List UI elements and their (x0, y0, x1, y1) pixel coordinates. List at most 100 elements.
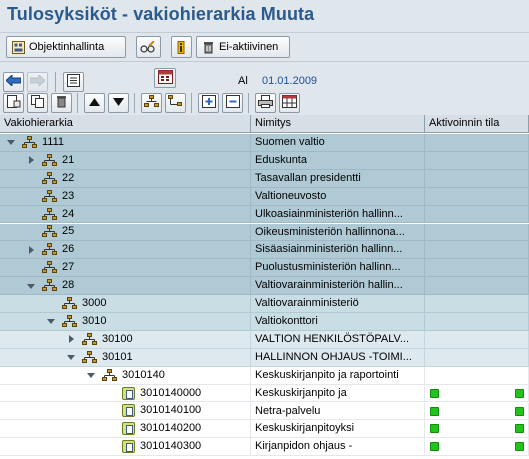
calendar-button[interactable] (154, 68, 176, 88)
activation-status-cell (425, 348, 529, 367)
move-up-button[interactable] (84, 93, 105, 113)
objektinhallinta-label: Objektinhallinta (29, 41, 105, 53)
activation-status-cell (425, 295, 529, 313)
tree-node: 26 (26, 241, 74, 258)
print-button[interactable] (255, 93, 276, 113)
tree-node: 22 (26, 170, 74, 187)
tree-row[interactable]: 1111 Suomen valtio (0, 134, 529, 152)
expand-subtree-button[interactable] (141, 93, 162, 113)
collapse-toggle-icon[interactable] (46, 316, 56, 326)
node-name: Netra-palvelu (251, 402, 425, 421)
hierarchy-cell[interactable]: 30101 (0, 348, 251, 367)
hierarchy-cell[interactable]: 3010140300 (0, 438, 251, 457)
tree-row[interactable]: 30100 VALTION HENKILÖSTÖPALV... (0, 330, 529, 349)
arrow-right-icon (29, 73, 46, 89)
column-header-aktivoinnin-tila[interactable]: Aktivoinnin tila (425, 115, 529, 133)
move-down-button[interactable] (108, 93, 129, 113)
hierarchy-cell[interactable]: 3010140000 (0, 384, 251, 403)
activation-status-cell (425, 438, 529, 457)
page-title: Tulosyksiköt - vakiohierarkia Muuta (7, 4, 315, 24)
tree-row[interactable]: 3010140000 Keskuskirjanpito ja (0, 384, 529, 403)
active-status-icon (515, 424, 524, 434)
expand-toggle-icon[interactable] (66, 334, 76, 344)
layout-button[interactable] (279, 93, 300, 113)
insert-icon (201, 95, 216, 111)
tree-row[interactable]: 3010140300 Kirjanpidon ohjaus - (0, 438, 529, 457)
tree-row[interactable]: 26 Sisäasiainministeriön hallinn... (0, 241, 529, 260)
node-name: Valtiovarainministeriön hallin... (251, 277, 425, 296)
trash-icon (202, 41, 215, 54)
hierarchy-node-icon (42, 189, 57, 203)
create-button[interactable] (3, 93, 24, 113)
object-management-icon (12, 40, 25, 54)
cost-center-icon (122, 422, 135, 436)
objektinhallinta-button[interactable]: Objektinhallinta (6, 36, 126, 58)
hierarchy-cell[interactable]: 25 (0, 223, 251, 242)
expand-toggle-icon[interactable] (26, 245, 36, 255)
copy-button[interactable] (27, 93, 48, 113)
node-code: 3010140300 (140, 440, 202, 453)
tree-row[interactable]: 23 Valtioneuvosto (0, 187, 529, 206)
grid-icon (282, 95, 297, 111)
back-button[interactable] (3, 72, 24, 92)
node-code: 30101 (102, 350, 133, 363)
tree-node: 30101 (66, 349, 133, 366)
hierarchy-cell[interactable]: 3010140100 (0, 402, 251, 421)
collapse-subtree-button[interactable] (165, 93, 186, 113)
collapse-toggle-icon[interactable] (86, 370, 96, 380)
activation-status-cell (425, 402, 529, 421)
hierarchy-cell[interactable]: 26 (0, 241, 251, 260)
hierarchy-cell[interactable]: 3000 (0, 295, 251, 313)
tree-node: 3010140000 (106, 385, 201, 402)
node-code: 30100 (102, 332, 133, 345)
tree-row[interactable]: 25 Oikeusministeriön hallinnona... (0, 223, 529, 242)
node-code: 23 (62, 189, 75, 202)
tree-row[interactable]: 24 Ulkoasiainministeriön hallinn... (0, 205, 529, 224)
tree-row[interactable]: 22 Tasavallan presidentti (0, 169, 529, 188)
remove-node-button[interactable] (222, 93, 243, 113)
hierarchy-cell[interactable]: 22 (0, 169, 251, 188)
tree-row[interactable]: 3010140100 Netra-palvelu (0, 402, 529, 421)
hierarchy-cell[interactable]: 3010140 (0, 366, 251, 385)
hierarchy-node-icon (42, 153, 57, 167)
collapse-toggle-icon[interactable] (6, 137, 16, 147)
hierarchy-cell[interactable]: 24 (0, 205, 251, 224)
hierarchy-cell[interactable]: 23 (0, 187, 251, 206)
tree-row[interactable]: 3010 Valtiokonttori (0, 313, 529, 331)
hierarchy-cell[interactable]: 3010140200 (0, 420, 251, 439)
tree-row[interactable]: 3010140 Keskuskirjanpito ja raportointi (0, 366, 529, 385)
ei-aktiivinen-button[interactable]: Ei-aktiivinen (196, 36, 290, 58)
node-name: Keskuskirjanpitoyksi (251, 420, 425, 439)
tree-row[interactable]: 28 Valtiovarainministeriön hallin... (0, 277, 529, 296)
forward-button[interactable] (27, 72, 48, 92)
hierarchy-cell[interactable]: 21 (0, 151, 251, 170)
edit-display-button[interactable] (136, 36, 161, 58)
tree-node: 25 (26, 224, 74, 241)
hierarchy-cell[interactable]: 1111 (0, 134, 251, 152)
hierarchy-cell[interactable]: 3010 (0, 313, 251, 331)
tree-row[interactable]: 21 Eduskunta (0, 151, 529, 170)
info-button[interactable] (171, 36, 192, 58)
tree-row[interactable]: 3010140200 Keskuskirjanpitoyksi (0, 420, 529, 439)
expand-toggle-icon[interactable] (26, 155, 36, 165)
tree-row[interactable]: 27 Puolustusministeriön hallinn... (0, 259, 529, 278)
hierarchy-cell[interactable]: 28 (0, 277, 251, 296)
hierarchy-node-icon (82, 332, 97, 346)
column-header-vakiohierarkia[interactable]: Vakiohierarkia (0, 115, 251, 133)
tree-row[interactable]: 30101 HALLINNON OHJAUS -TOIMI... (0, 348, 529, 367)
list-icon (67, 74, 80, 90)
hierarchy-cell[interactable]: 27 (0, 259, 251, 278)
node-name: Valtiovarainministeriö (251, 295, 425, 313)
hierarchy-cell[interactable]: 30100 (0, 330, 251, 349)
column-header-nimitys[interactable]: Nimitys (251, 115, 425, 133)
node-code: 3010140200 (140, 422, 202, 435)
collapse-toggle-icon[interactable] (26, 281, 36, 291)
overview-button[interactable] (63, 72, 84, 92)
tree-row[interactable]: 3000 Valtiovarainministeriö (0, 295, 529, 313)
printer-icon (258, 95, 273, 111)
collapse-toggle-icon[interactable] (66, 352, 76, 362)
delete-button[interactable] (51, 93, 72, 113)
node-name: Puolustusministeriön hallinn... (251, 259, 425, 278)
insert-node-button[interactable] (198, 93, 219, 113)
active-status-icon (430, 388, 439, 398)
